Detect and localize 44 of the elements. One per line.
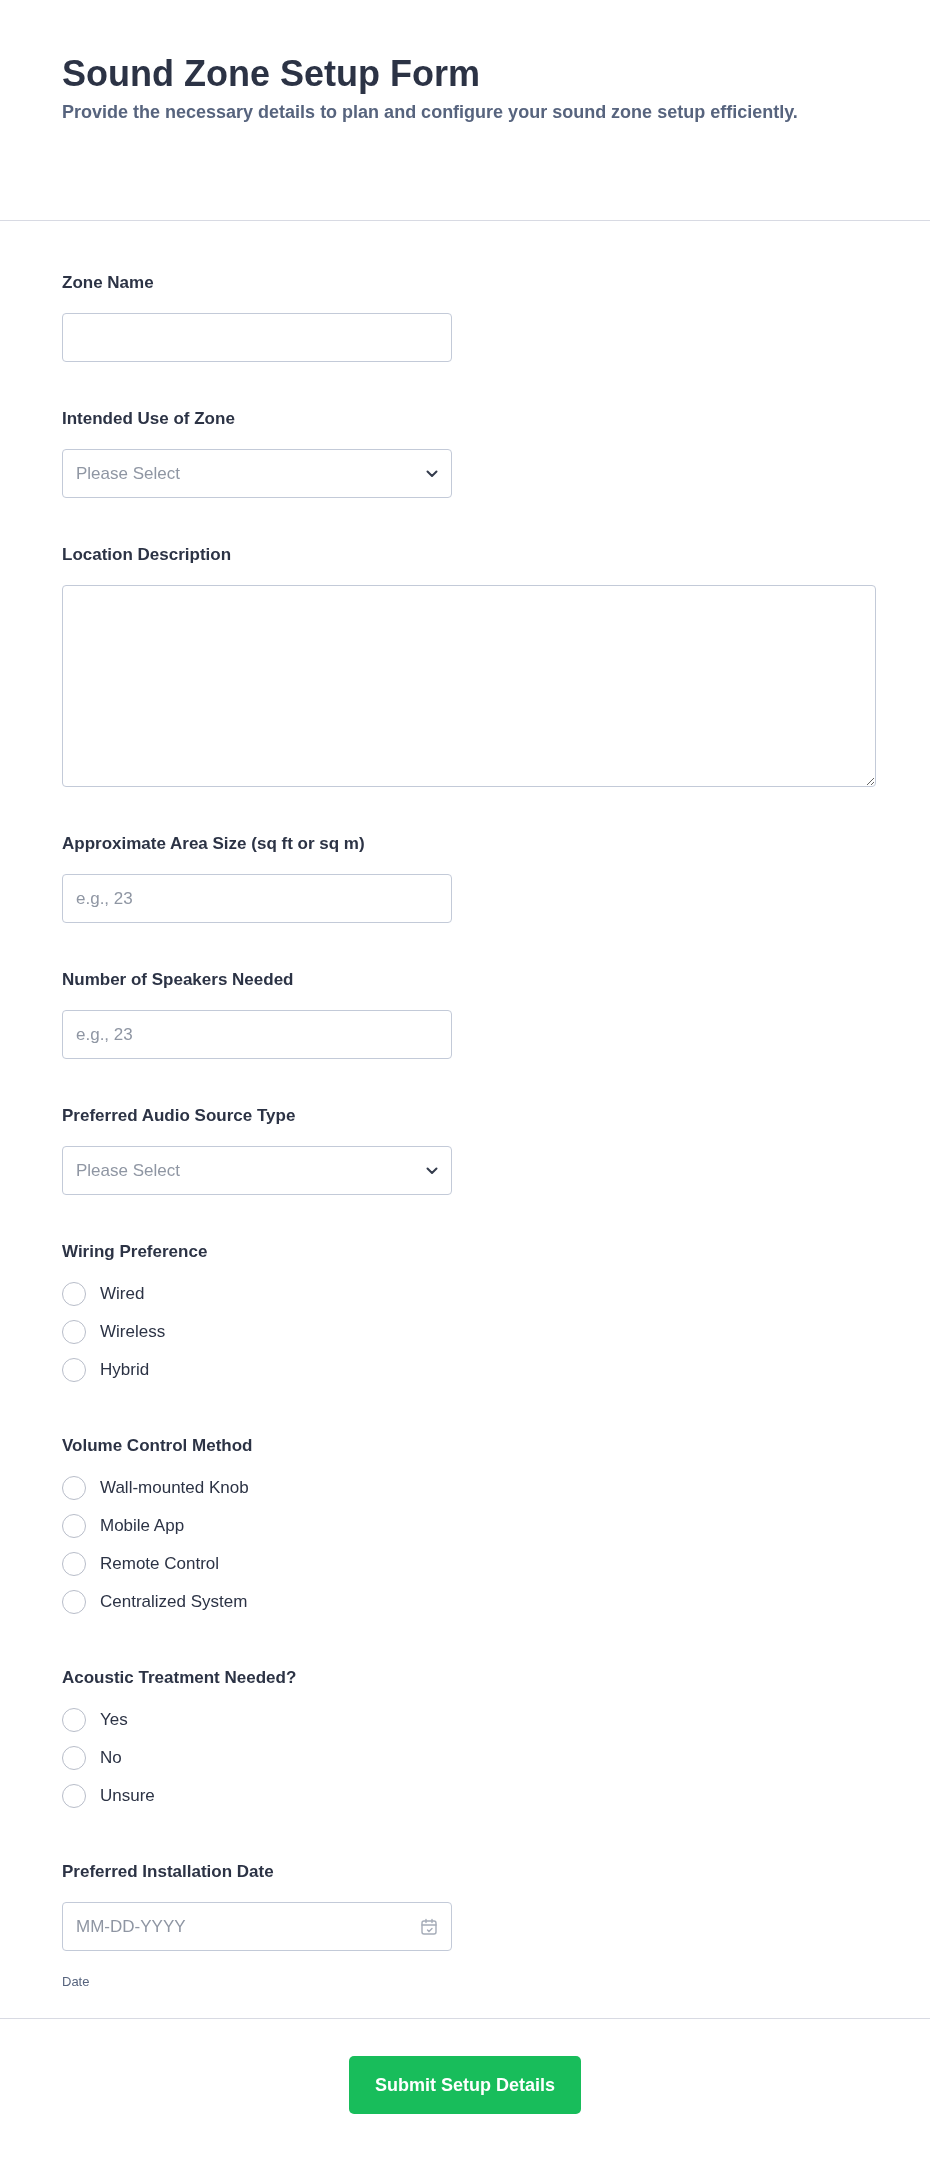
radio-button[interactable]	[62, 1320, 86, 1344]
radio-label: Wired	[100, 1284, 145, 1304]
dropdown[interactable]: Please Select	[62, 1146, 452, 1195]
radio-button[interactable]	[62, 1746, 86, 1770]
field-label: Location Description	[62, 544, 232, 566]
form-description: Provide the necessary details to plan and configure your sound zone setup efficiently.	[62, 101, 799, 124]
radio-label: Hybrid	[100, 1360, 150, 1380]
dropdown[interactable]: Please Select	[62, 449, 452, 498]
radio-button[interactable]	[62, 1476, 86, 1500]
field-label: Volume Control Method	[62, 1435, 253, 1457]
radio-label: Mobile App	[100, 1516, 185, 1536]
chevron-down-icon	[426, 469, 438, 478]
radio-button[interactable]	[62, 1708, 86, 1732]
field-label: Preferred Audio Source Type	[62, 1105, 296, 1127]
text-field[interactable]: e.g., 23	[62, 1010, 452, 1059]
radio-button[interactable]	[62, 1514, 86, 1538]
field-label: Wiring Preference	[62, 1241, 208, 1263]
radio-label: Centralized System	[100, 1592, 248, 1612]
radio-button[interactable]	[62, 1784, 86, 1808]
chevron-down-icon	[426, 1166, 438, 1175]
text-field[interactable]	[62, 313, 452, 362]
calendar-icon[interactable]	[420, 1917, 438, 1936]
text-field[interactable]: e.g., 23	[62, 874, 452, 923]
field-sublabel: Date	[62, 1974, 90, 1989]
radio-label: No	[100, 1748, 122, 1768]
field-label: Zone Name	[62, 272, 154, 294]
field-label: Approximate Area Size (sq ft or sq m)	[62, 833, 365, 855]
radio-button[interactable]	[62, 1358, 86, 1382]
radio-label: Unsure	[100, 1786, 155, 1806]
field-label: Intended Use of Zone	[62, 408, 235, 430]
radio-label: Wireless	[100, 1322, 166, 1342]
radio-button[interactable]	[62, 1282, 86, 1306]
field-label: Number of Speakers Needed	[62, 969, 294, 991]
submit-button[interactable]: Submit Setup Details	[349, 2056, 581, 2114]
date-field[interactable]: MM-DD-YYYY	[62, 1902, 452, 1951]
form-title: Sound Zone Setup Form	[62, 52, 481, 96]
text-area[interactable]	[62, 585, 876, 787]
radio-label: Remote Control	[100, 1554, 220, 1574]
radio-button[interactable]	[62, 1552, 86, 1576]
radio-label: Wall-mounted Knob	[100, 1478, 249, 1498]
radio-label: Yes	[100, 1710, 128, 1730]
field-label: Acoustic Treatment Needed?	[62, 1667, 297, 1689]
field-label: Preferred Installation Date	[62, 1861, 274, 1883]
radio-button[interactable]	[62, 1590, 86, 1614]
